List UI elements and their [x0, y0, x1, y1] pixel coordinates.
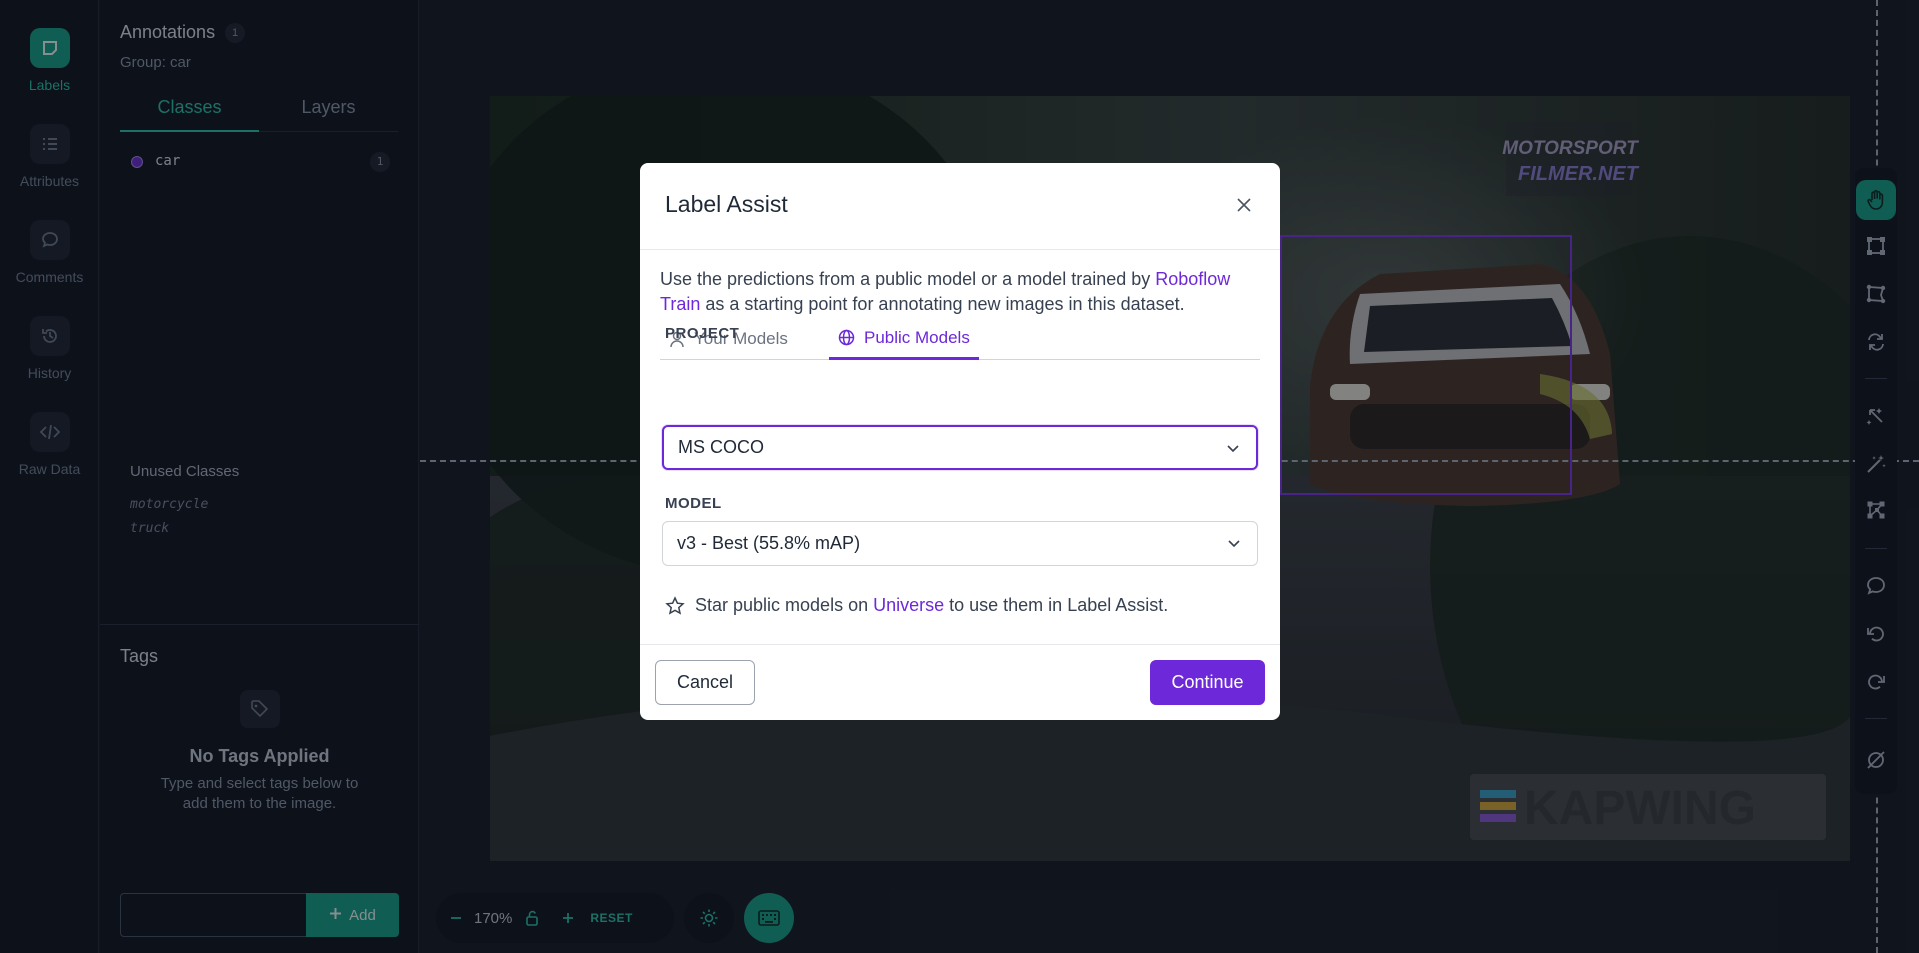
dialog-divider — [640, 249, 1280, 250]
dialog-footer-divider — [640, 644, 1280, 645]
continue-button[interactable]: Continue — [1150, 660, 1265, 705]
cancel-button[interactable]: Cancel — [655, 660, 755, 705]
chevron-down-icon — [1227, 445, 1239, 453]
project-select-value: MS COCO — [678, 437, 765, 457]
tab-public-models[interactable]: Public Models — [829, 318, 979, 360]
model-tabs: Your Models Public Models — [660, 318, 1260, 360]
dialog-description: Use the predictions from a public model … — [660, 267, 1260, 317]
project-select[interactable]: MS COCO — [662, 425, 1258, 470]
project-label: PROJECT — [665, 325, 740, 342]
globe-icon — [838, 329, 855, 346]
dialog-title: Label Assist — [665, 191, 788, 217]
universe-hint: Star public models on Universe to use th… — [665, 595, 1168, 616]
tab-public-models-label: Public Models — [864, 327, 970, 347]
model-select-value: v3 - Best (55.8% mAP) — [677, 533, 861, 553]
model-select[interactable]: v3 - Best (55.8% mAP) — [662, 521, 1258, 566]
label-assist-dialog: Label Assist Use the predictions from a … — [640, 163, 1280, 720]
universe-link[interactable]: Universe — [873, 595, 944, 615]
hint-text: Star public models on — [695, 595, 874, 615]
close-icon — [1237, 198, 1251, 212]
star-icon — [665, 595, 685, 615]
hint-text-end: to use them in Label Assist. — [944, 595, 1169, 615]
description-text-end: as a starting point for annotating new i… — [700, 294, 1185, 314]
chevron-down-icon — [1228, 540, 1240, 548]
close-button[interactable] — [1230, 191, 1258, 219]
description-text: Use the predictions from a public model … — [660, 269, 1156, 289]
model-label: MODEL — [665, 495, 722, 512]
